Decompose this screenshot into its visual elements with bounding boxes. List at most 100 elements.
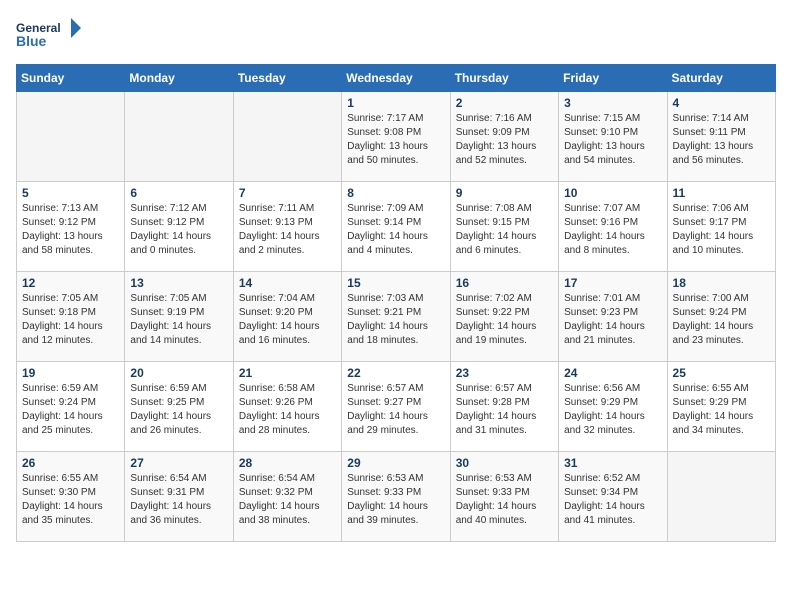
day-number: 15 — [347, 276, 444, 290]
day-number: 18 — [673, 276, 770, 290]
day-info: Sunrise: 6:54 AMSunset: 9:31 PMDaylight:… — [130, 472, 227, 528]
calendar-cell: 21 Sunrise: 6:58 AMSunset: 9:26 PMDayligh… — [233, 362, 341, 452]
day-info: Sunrise: 7:08 AMSunset: 9:15 PMDaylight:… — [456, 202, 553, 258]
weekday-monday: Monday — [125, 65, 233, 92]
weekday-tuesday: Tuesday — [233, 65, 341, 92]
calendar-cell: 20 Sunrise: 6:59 AMSunset: 9:25 PMDayligh… — [125, 362, 233, 452]
day-number: 23 — [456, 366, 553, 380]
day-number: 11 — [673, 186, 770, 200]
day-info: Sunrise: 7:14 AMSunset: 9:11 PMDaylight:… — [673, 112, 770, 168]
calendar-header: SundayMondayTuesdayWednesdayThursdayFrid… — [17, 65, 776, 92]
calendar-cell: 16 Sunrise: 7:02 AMSunset: 9:22 PMDayligh… — [450, 272, 558, 362]
calendar-cell: 30 Sunrise: 6:53 AMSunset: 9:33 PMDayligh… — [450, 452, 558, 542]
calendar-cell: 10 Sunrise: 7:07 AMSunset: 9:16 PMDayligh… — [559, 182, 667, 272]
day-number: 14 — [239, 276, 336, 290]
weekday-thursday: Thursday — [450, 65, 558, 92]
week-row-2: 5Sunrise: 7:13 AMSunset: 9:12 PMDaylight… — [17, 182, 776, 272]
day-number: 12 — [22, 276, 119, 290]
day-info: Sunrise: 7:07 AMSunset: 9:16 PMDaylight:… — [564, 202, 661, 258]
calendar-cell: 24 Sunrise: 6:56 AMSunset: 9:29 PMDayligh… — [559, 362, 667, 452]
day-info: Sunrise: 6:52 AMSunset: 9:34 PMDaylight:… — [564, 472, 661, 528]
calendar-cell: 9 Sunrise: 7:08 AMSunset: 9:15 PMDaylight… — [450, 182, 558, 272]
calendar-body: 1 Sunrise: 7:17 AMSunset: 9:08 PMDaylight… — [17, 92, 776, 542]
day-info: Sunrise: 6:58 AMSunset: 9:26 PMDaylight:… — [239, 382, 336, 438]
weekday-header-row: SundayMondayTuesdayWednesdayThursdayFrid… — [17, 65, 776, 92]
calendar-cell: 26 Sunrise: 6:55 AMSunset: 9:30 PMDayligh… — [17, 452, 125, 542]
day-number: 2 — [456, 96, 553, 110]
calendar: SundayMondayTuesdayWednesdayThursdayFrid… — [16, 64, 776, 542]
calendar-cell: 19Sunrise: 6:59 AMSunset: 9:24 PMDayligh… — [17, 362, 125, 452]
day-info: Sunrise: 7:03 AMSunset: 9:21 PMDaylight:… — [347, 292, 444, 348]
day-number: 22 — [347, 366, 444, 380]
calendar-cell — [233, 92, 341, 182]
calendar-cell: 14Sunrise: 7:04 AMSunset: 9:20 PMDayligh… — [233, 272, 341, 362]
calendar-cell — [17, 92, 125, 182]
calendar-cell: 7 Sunrise: 7:11 AMSunset: 9:13 PMDaylight… — [233, 182, 341, 272]
calendar-cell: 31 Sunrise: 6:52 AMSunset: 9:34 PMDayligh… — [559, 452, 667, 542]
day-info: Sunrise: 7:01 AMSunset: 9:23 PMDaylight:… — [564, 292, 661, 348]
calendar-cell: 28Sunrise: 6:54 AMSunset: 9:32 PMDayligh… — [233, 452, 341, 542]
day-number: 13 — [130, 276, 227, 290]
day-number: 6 — [130, 186, 227, 200]
calendar-cell — [667, 452, 775, 542]
day-info: Sunrise: 7:16 AMSunset: 9:09 PMDaylight:… — [456, 112, 553, 168]
day-number: 26 — [22, 456, 119, 470]
weekday-friday: Friday — [559, 65, 667, 92]
day-number: 7 — [239, 186, 336, 200]
svg-text:Blue: Blue — [16, 33, 47, 49]
day-number: 4 — [673, 96, 770, 110]
day-info: Sunrise: 6:55 AMSunset: 9:30 PMDaylight:… — [22, 472, 119, 528]
day-number: 24 — [564, 366, 661, 380]
day-info: Sunrise: 7:00 AMSunset: 9:24 PMDaylight:… — [673, 292, 770, 348]
day-info: Sunrise: 7:17 AMSunset: 9:08 PMDaylight:… — [347, 112, 444, 168]
calendar-cell: 12Sunrise: 7:05 AMSunset: 9:18 PMDayligh… — [17, 272, 125, 362]
calendar-cell: 1 Sunrise: 7:17 AMSunset: 9:08 PMDaylight… — [342, 92, 450, 182]
calendar-cell: 15 Sunrise: 7:03 AMSunset: 9:21 PMDayligh… — [342, 272, 450, 362]
day-info: Sunrise: 7:05 AMSunset: 9:19 PMDaylight:… — [130, 292, 227, 348]
day-number: 21 — [239, 366, 336, 380]
day-info: Sunrise: 6:59 AMSunset: 9:24 PMDaylight:… — [22, 382, 119, 438]
day-number: 8 — [347, 186, 444, 200]
week-row-1: 1 Sunrise: 7:17 AMSunset: 9:08 PMDaylight… — [17, 92, 776, 182]
calendar-cell: 11 Sunrise: 7:06 AMSunset: 9:17 PMDayligh… — [667, 182, 775, 272]
logo: General Blue — [16, 16, 86, 56]
day-info: Sunrise: 6:54 AMSunset: 9:32 PMDaylight:… — [239, 472, 336, 528]
calendar-cell: 18 Sunrise: 7:00 AMSunset: 9:24 PMDayligh… — [667, 272, 775, 362]
day-number: 17 — [564, 276, 661, 290]
day-number: 16 — [456, 276, 553, 290]
day-number: 5 — [22, 186, 119, 200]
day-number: 9 — [456, 186, 553, 200]
day-number: 31 — [564, 456, 661, 470]
day-number: 10 — [564, 186, 661, 200]
weekday-saturday: Saturday — [667, 65, 775, 92]
calendar-cell: 8Sunrise: 7:09 AMSunset: 9:14 PMDaylight… — [342, 182, 450, 272]
week-row-5: 26 Sunrise: 6:55 AMSunset: 9:30 PMDayligh… — [17, 452, 776, 542]
day-number: 1 — [347, 96, 444, 110]
week-row-4: 19Sunrise: 6:59 AMSunset: 9:24 PMDayligh… — [17, 362, 776, 452]
day-info: Sunrise: 7:11 AMSunset: 9:13 PMDaylight:… — [239, 202, 336, 258]
calendar-cell: 2 Sunrise: 7:16 AMSunset: 9:09 PMDaylight… — [450, 92, 558, 182]
day-number: 29 — [347, 456, 444, 470]
day-info: Sunrise: 6:56 AMSunset: 9:29 PMDaylight:… — [564, 382, 661, 438]
day-info: Sunrise: 6:57 AMSunset: 9:27 PMDaylight:… — [347, 382, 444, 438]
day-info: Sunrise: 6:53 AMSunset: 9:33 PMDaylight:… — [456, 472, 553, 528]
calendar-cell: 25Sunrise: 6:55 AMSunset: 9:29 PMDayligh… — [667, 362, 775, 452]
day-number: 20 — [130, 366, 227, 380]
day-info: Sunrise: 6:57 AMSunset: 9:28 PMDaylight:… — [456, 382, 553, 438]
calendar-cell — [125, 92, 233, 182]
calendar-cell: 3Sunrise: 7:15 AMSunset: 9:10 PMDaylight… — [559, 92, 667, 182]
calendar-cell: 4 Sunrise: 7:14 AMSunset: 9:11 PMDaylight… — [667, 92, 775, 182]
calendar-cell: 22 Sunrise: 6:57 AMSunset: 9:27 PMDayligh… — [342, 362, 450, 452]
day-info: Sunrise: 6:59 AMSunset: 9:25 PMDaylight:… — [130, 382, 227, 438]
day-info: Sunrise: 7:02 AMSunset: 9:22 PMDaylight:… — [456, 292, 553, 348]
day-info: Sunrise: 7:06 AMSunset: 9:17 PMDaylight:… — [673, 202, 770, 258]
calendar-cell: 27 Sunrise: 6:54 AMSunset: 9:31 PMDayligh… — [125, 452, 233, 542]
day-info: Sunrise: 6:53 AMSunset: 9:33 PMDaylight:… — [347, 472, 444, 528]
calendar-cell: 5Sunrise: 7:13 AMSunset: 9:12 PMDaylight… — [17, 182, 125, 272]
page-header: General Blue — [16, 16, 776, 56]
day-number: 30 — [456, 456, 553, 470]
calendar-cell: 17 Sunrise: 7:01 AMSunset: 9:23 PMDayligh… — [559, 272, 667, 362]
day-number: 27 — [130, 456, 227, 470]
calendar-cell: 13 Sunrise: 7:05 AMSunset: 9:19 PMDayligh… — [125, 272, 233, 362]
weekday-sunday: Sunday — [17, 65, 125, 92]
